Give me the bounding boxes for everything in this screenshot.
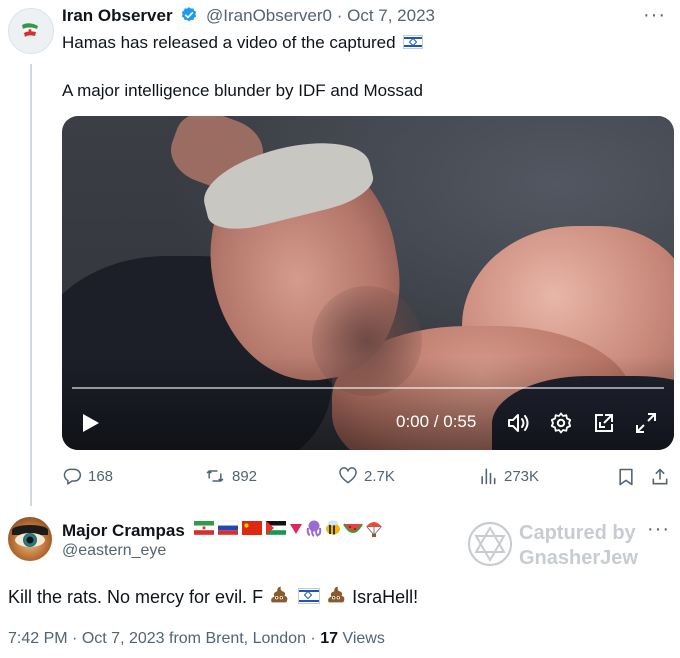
poop-emoji-icon (271, 586, 288, 603)
reply-count: 168 (88, 467, 114, 485)
tweet-text-line2: A major intelligence blunder by IDF and … (62, 81, 423, 100)
share-icon[interactable] (650, 466, 670, 488)
view-count: 273K (504, 467, 540, 485)
retweet-icon (206, 470, 224, 482)
separator-dot: · (336, 6, 343, 25)
reply-metadata: 7:42 PM · Oct 7, 2023 from Brent, London… (8, 630, 385, 647)
volume-icon[interactable] (506, 411, 530, 435)
verified-badge-icon (182, 7, 197, 22)
bookmark-icon[interactable] (616, 466, 636, 488)
retweet-button[interactable]: 892 (204, 466, 257, 486)
author-handle[interactable]: @IranObserver0 (206, 6, 332, 25)
video-player[interactable]: 0:00 / 0:55 (62, 116, 674, 450)
reply-author-handle[interactable]: @eastern_eye (62, 542, 166, 560)
fullscreen-icon[interactable] (634, 411, 658, 435)
israel-flag-icon (403, 35, 424, 49)
tweet-action-bar: 168 892 2.7K 273K (62, 466, 674, 490)
play-icon[interactable] (78, 411, 102, 435)
like-button[interactable]: 2.7K (338, 466, 395, 486)
video-timecode: 0:00 / 0:55 (396, 412, 477, 431)
reply-views-label: Views (342, 630, 385, 647)
tweet-text: Hamas has released a video of the captur… (62, 33, 396, 52)
poop-emoji-icon (328, 586, 345, 603)
captured-by-watermark: Captured by GnasherJew (466, 520, 676, 572)
video-controls-gradient (62, 356, 674, 450)
reply-view-count: 17 (320, 630, 338, 647)
video-progress-bar[interactable] (72, 387, 664, 389)
reply-text-part2: IsraHell! (352, 587, 419, 607)
reply-icon (63, 468, 82, 485)
analytics-bar-chart-icon (481, 468, 496, 485)
author-avatar[interactable] (8, 8, 54, 54)
more-options-button[interactable]: ··· (643, 4, 666, 27)
reply-time[interactable]: 7:42 PM (8, 630, 68, 647)
like-count: 2.7K (364, 467, 395, 485)
flag-emoji-row-icon (193, 520, 382, 537)
views-button[interactable]: 273K (478, 466, 539, 486)
tweet-text-line1: Hamas has released a video of the captur… (62, 32, 424, 54)
reply-button[interactable]: 168 (62, 466, 113, 486)
watermark-line1: Captured by (519, 522, 636, 544)
avatar-iris (23, 533, 37, 547)
watermark-line2: GnasherJew (519, 547, 638, 569)
iran-flag-icon (22, 23, 38, 37)
reply-author-name[interactable]: Major Crampas (62, 521, 185, 540)
reply-text-part1: Kill the rats. No mercy for evil. F (8, 587, 264, 607)
picture-in-picture-icon[interactable] (592, 411, 616, 435)
tweet-header: Iran Observer @IranObserver0 · Oct 7, 20… (62, 6, 435, 26)
thread-line (30, 64, 32, 506)
reply-author-avatar[interactable] (8, 517, 52, 561)
settings-gear-icon[interactable] (549, 411, 573, 435)
author-name[interactable]: Iran Observer (62, 6, 173, 25)
heart-icon (339, 467, 357, 484)
israel-flag-emoji-icon (298, 588, 321, 604)
reply-date-location[interactable]: Oct 7, 2023 from Brent, London (82, 630, 306, 647)
reply-text: Kill the rats. No mercy for evil. F Isra… (8, 584, 418, 608)
tweet-date[interactable]: Oct 7, 2023 (347, 6, 435, 25)
star-of-david-watermark-icon (467, 521, 513, 567)
reply-header: Major Crampas (62, 518, 410, 541)
retweet-count: 892 (232, 467, 258, 485)
